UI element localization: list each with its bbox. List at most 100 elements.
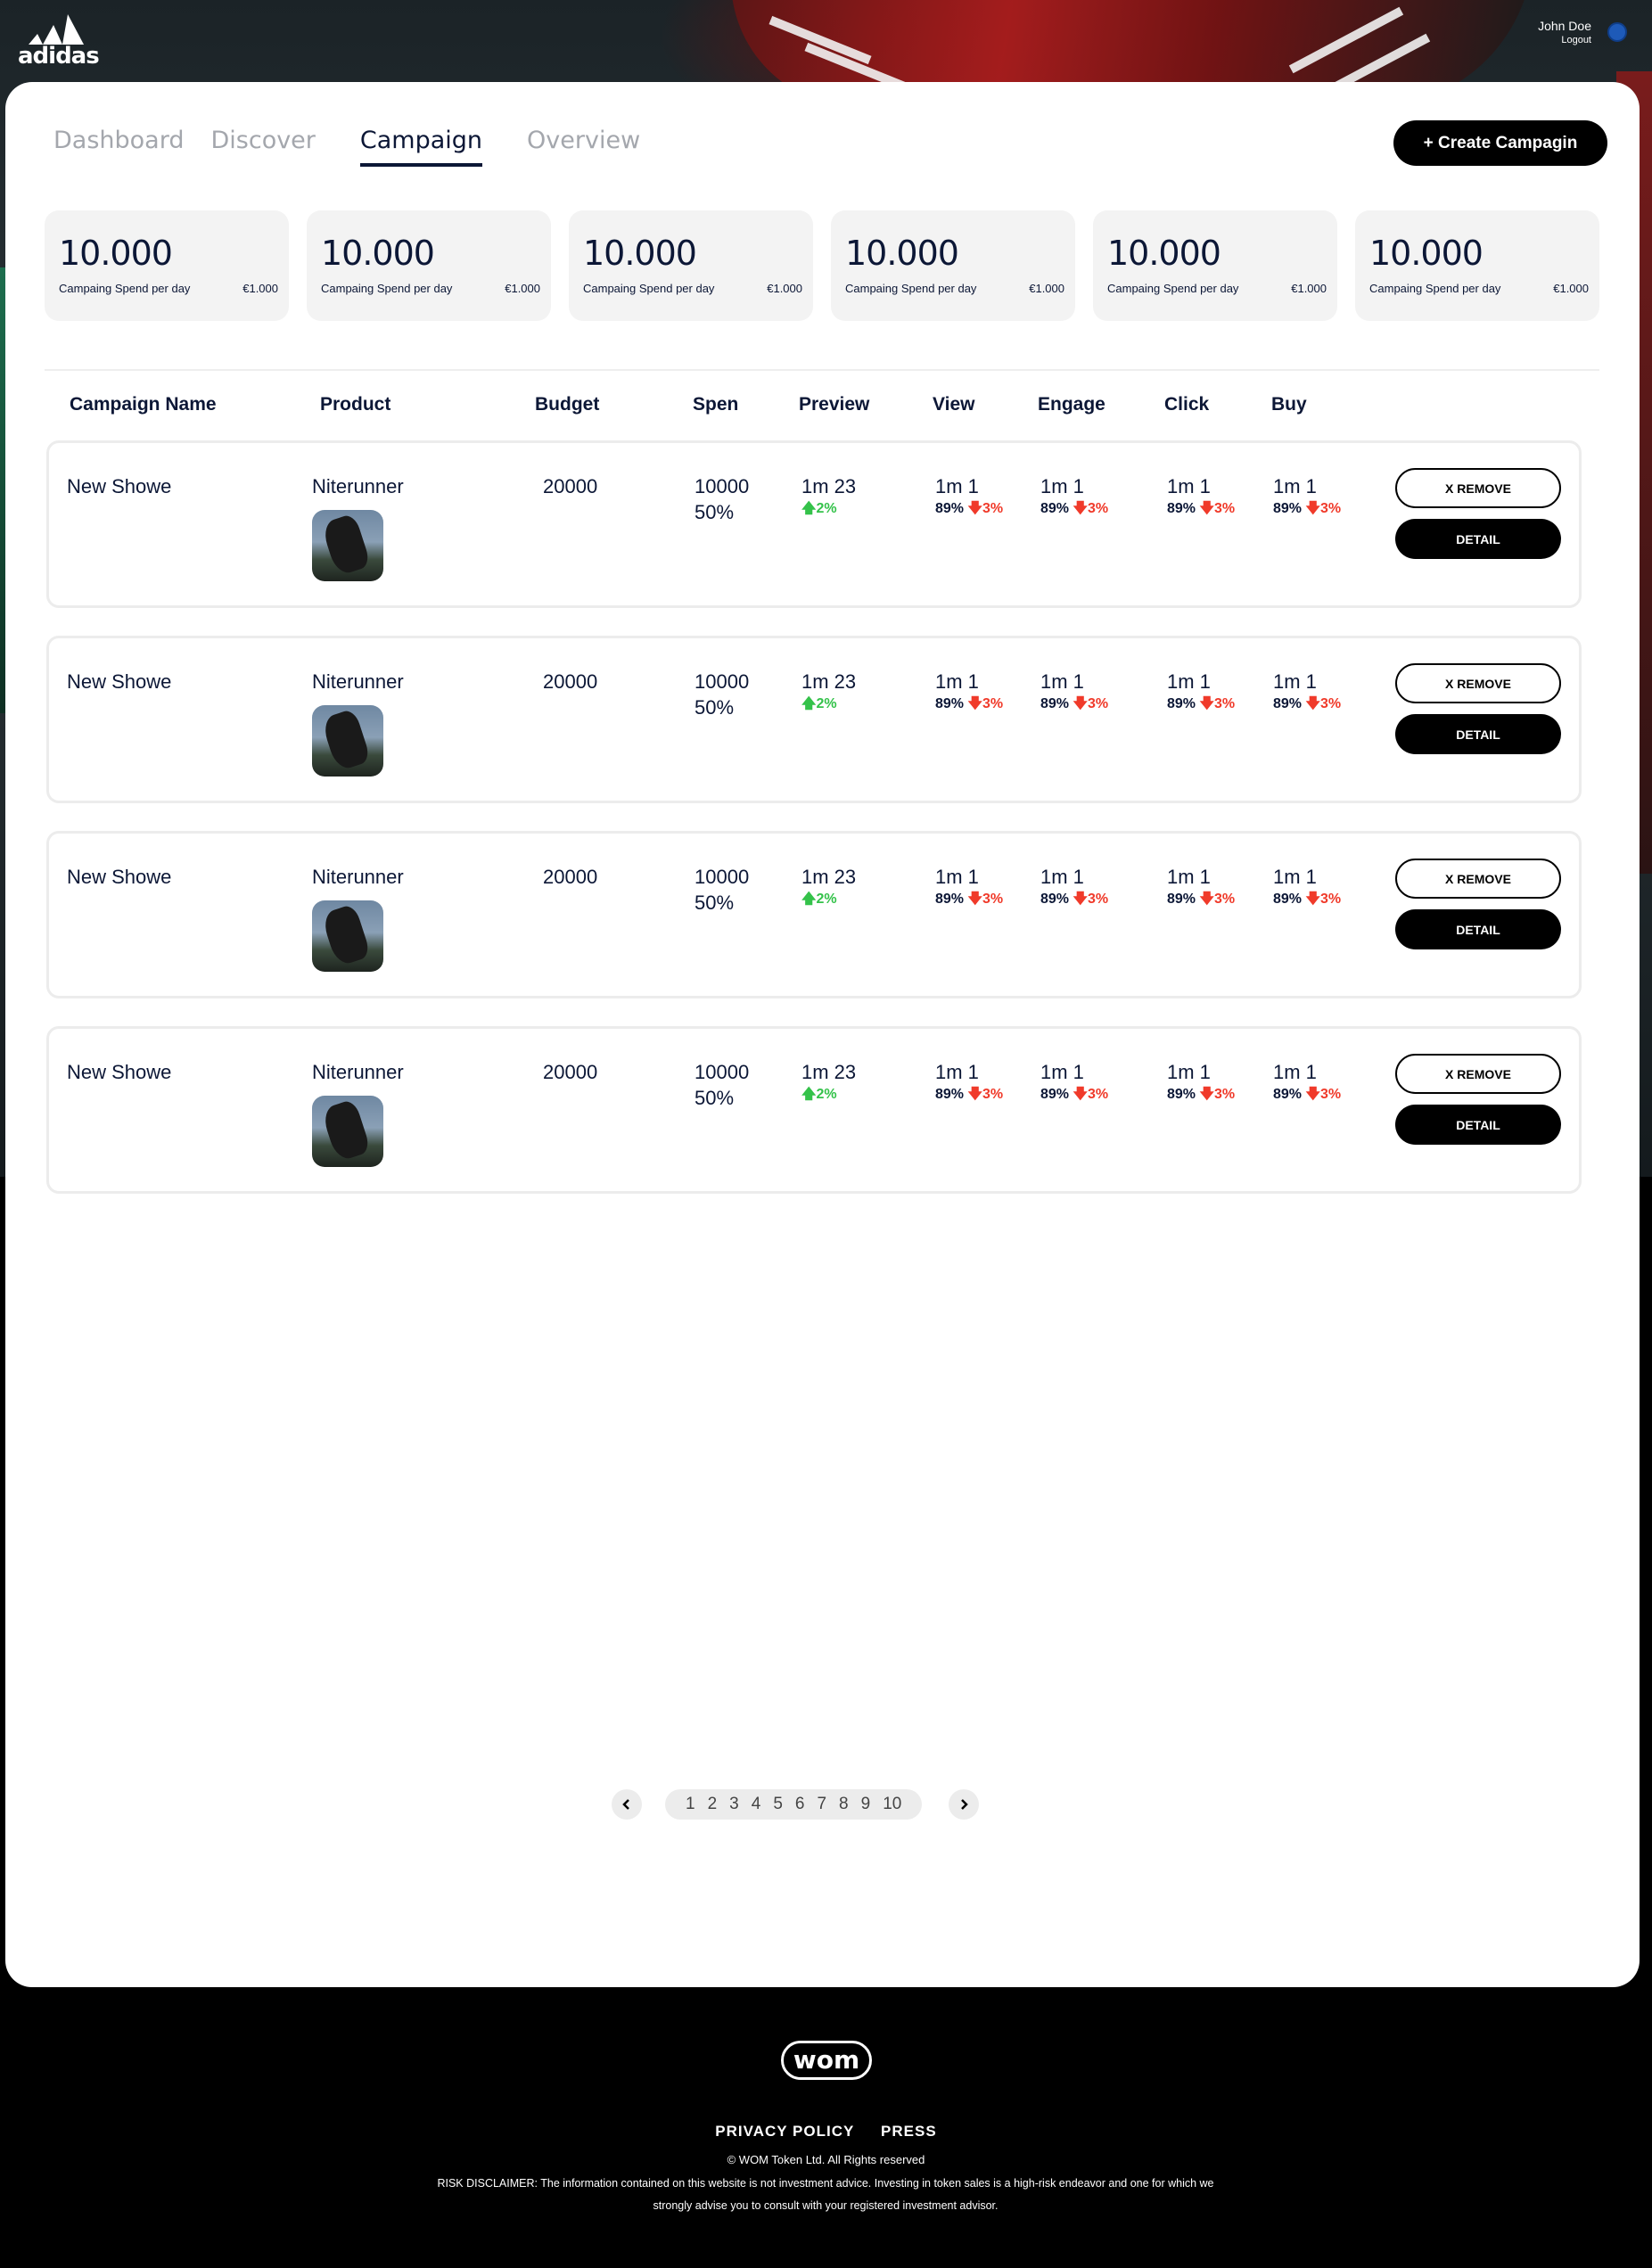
stat-label: Campaing Spend per day <box>59 282 191 295</box>
stat-label: Campaing Spend per day <box>1107 282 1239 295</box>
buy-metric: 1m 1 89% 🡇3% <box>1273 1059 1341 1105</box>
stat-card: 10.000 Campaing Spend per day €1.000 <box>831 210 1075 321</box>
page-number[interactable]: 6 <box>795 1795 805 1814</box>
click-value: 1m 1 <box>1167 670 1211 693</box>
press-link[interactable]: PRESS <box>881 2123 937 2140</box>
budget-value: 20000 <box>543 1061 598 1083</box>
remove-button[interactable]: X REMOVE <box>1395 859 1561 899</box>
spend-value: 10000 <box>694 1061 750 1083</box>
engage-change-value: 3% <box>1087 1087 1109 1102</box>
arrow-down-icon: 🡇 <box>967 501 982 516</box>
click-change: 🡇3% <box>1199 501 1235 516</box>
stat-label: Campaing Spend per day <box>845 282 977 295</box>
spend-cell: 10000 50% <box>694 473 749 525</box>
privacy-policy-link[interactable]: PRIVACY POLICY <box>715 2123 854 2140</box>
page-number[interactable]: 10 <box>883 1795 901 1814</box>
wom-logo[interactable]: wom <box>781 2041 872 2080</box>
shoe-image <box>320 903 372 967</box>
product-thumbnail[interactable] <box>312 1096 383 1167</box>
engage-metric: 1m 1 89% 🡇3% <box>1040 473 1108 519</box>
page-number[interactable]: 3 <box>729 1795 739 1814</box>
remove-button[interactable]: X REMOVE <box>1395 1054 1561 1094</box>
stat-amount: €1.000 <box>767 282 802 295</box>
engage-stats: 89% 🡇3% <box>1040 499 1108 519</box>
footer-links: PRIVACY POLICY PRESS <box>0 2123 1652 2141</box>
engage-metric: 1m 1 89% 🡇3% <box>1040 864 1108 909</box>
stat-amount: €1.000 <box>242 282 278 295</box>
detail-button[interactable]: DETAIL <box>1395 714 1561 754</box>
column-header: Campaign Name <box>70 394 217 415</box>
buy-value: 1m 1 <box>1273 1061 1317 1083</box>
engage-percent: 89% <box>1040 892 1070 907</box>
tab-campaign[interactable]: Campaign <box>359 127 483 167</box>
stat-amount: €1.000 <box>1029 282 1064 295</box>
main-card: Dashboard Discover Campaign Overview + C… <box>5 82 1640 1987</box>
page-number[interactable]: 8 <box>839 1795 849 1814</box>
detail-button[interactable]: DETAIL <box>1395 519 1561 559</box>
avatar[interactable] <box>1607 22 1627 42</box>
buy-stats: 89% 🡇3% <box>1273 890 1341 909</box>
stat-card: 10.000 Campaing Spend per day €1.000 <box>1355 210 1599 321</box>
campaign-name[interactable]: New Showe <box>67 1059 171 1085</box>
page-number[interactable]: 7 <box>817 1795 826 1814</box>
brand-logo[interactable]: adidas <box>18 12 100 70</box>
logout-link[interactable]: Logout <box>1538 34 1591 46</box>
arrow-down-icon: 🡇 <box>1199 696 1214 711</box>
tab-overview[interactable]: Overview <box>527 127 640 167</box>
user-menu[interactable]: John Doe Logout <box>1538 18 1627 46</box>
campaign-name[interactable]: New Showe <box>67 864 171 890</box>
chevron-right-icon <box>961 1799 969 1810</box>
page-number[interactable]: 2 <box>708 1795 718 1814</box>
page-number[interactable]: 1 <box>686 1795 695 1814</box>
create-campaign-button[interactable]: + Create Campagin <box>1393 120 1607 166</box>
page-number[interactable]: 5 <box>773 1795 783 1814</box>
stat-value: 10.000 <box>1369 234 1484 273</box>
spend-percent: 50% <box>694 892 735 914</box>
campaign-name[interactable]: New Showe <box>67 669 171 694</box>
product-thumbnail[interactable] <box>312 900 383 972</box>
buy-change: 🡇3% <box>1305 501 1341 516</box>
next-page-button[interactable] <box>949 1789 980 1820</box>
stat-amount: €1.000 <box>1291 282 1327 295</box>
click-metric: 1m 1 89% 🡇3% <box>1167 473 1235 519</box>
arrow-up-icon: 🡅 <box>801 892 817 907</box>
stat-amount: €1.000 <box>1553 282 1589 295</box>
detail-button[interactable]: DETAIL <box>1395 1105 1561 1145</box>
table-row: New Showe Niterunner 20000 10000 50% 1m 23 🡅2%… <box>46 440 1582 608</box>
buy-percent: 89% <box>1273 696 1303 711</box>
copyright: © WOM Token Ltd. All Rights reserved <box>727 2153 925 2166</box>
tab-dashboard[interactable]: Dashboard <box>53 127 184 167</box>
arrow-down-icon: 🡇 <box>1073 892 1088 907</box>
pagination: 1 2 3 4 5 6 7 8 9 10 <box>612 1789 980 1820</box>
spend-cell: 10000 50% <box>694 864 749 916</box>
engage-value: 1m 1 <box>1040 1061 1084 1083</box>
product-thumbnail[interactable] <box>312 510 383 581</box>
campaign-name[interactable]: New Showe <box>67 473 171 499</box>
click-change: 🡇3% <box>1199 1087 1235 1102</box>
click-value: 1m 1 <box>1167 1061 1211 1083</box>
remove-button[interactable]: X REMOVE <box>1395 468 1561 508</box>
buy-metric: 1m 1 89% 🡇3% <box>1273 864 1341 909</box>
arrow-down-icon: 🡇 <box>1305 1087 1320 1102</box>
arrow-down-icon: 🡇 <box>967 696 982 711</box>
preview-metric: 1m 23 🡅2% <box>801 1059 856 1105</box>
prev-page-button[interactable] <box>612 1789 642 1820</box>
buy-stats: 89% 🡇3% <box>1273 1085 1341 1105</box>
click-percent: 89% <box>1167 1087 1196 1102</box>
remove-button[interactable]: X REMOVE <box>1395 663 1561 703</box>
click-change: 🡇3% <box>1199 892 1235 907</box>
page-number[interactable]: 4 <box>752 1795 761 1814</box>
click-stats: 89% 🡇3% <box>1167 694 1235 714</box>
page-number[interactable]: 9 <box>861 1795 871 1814</box>
budget-value: 20000 <box>543 475 598 497</box>
stat-amount: €1.000 <box>505 282 540 295</box>
preview-metric: 1m 23 🡅2% <box>801 669 856 714</box>
tab-discover[interactable]: Discover <box>210 127 315 167</box>
detail-button[interactable]: DETAIL <box>1395 909 1561 949</box>
click-metric: 1m 1 89% 🡇3% <box>1167 1059 1235 1105</box>
product-thumbnail[interactable] <box>312 705 383 777</box>
table-row: New Showe Niterunner 20000 10000 50% 1m 23 🡅2%… <box>46 636 1582 803</box>
click-metric: 1m 1 89% 🡇3% <box>1167 864 1235 909</box>
preview-change-value: 2% <box>816 892 837 907</box>
brand-name: adidas <box>18 43 100 70</box>
